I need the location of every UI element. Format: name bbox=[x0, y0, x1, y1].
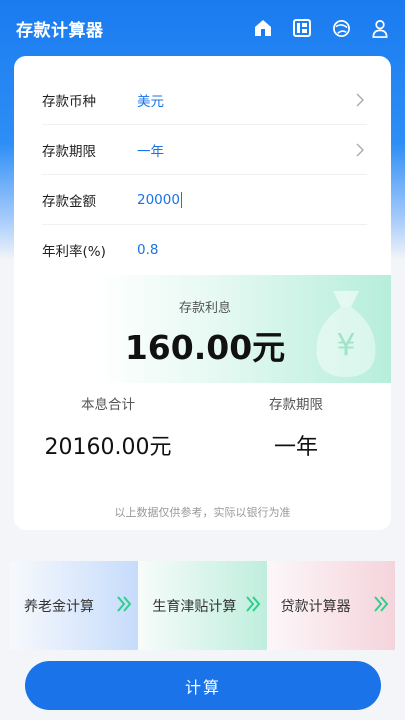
globe-icon[interactable] bbox=[330, 17, 352, 39]
interest-label: 存款利息 bbox=[178, 301, 231, 316]
term-value[interactable]: 一年 bbox=[137, 140, 353, 160]
chevron-right-icon bbox=[356, 143, 364, 156]
disclaimer-note: 以上数据仅供参考，实际以银行为准 bbox=[114, 506, 291, 519]
header-icon-group bbox=[252, 17, 391, 39]
quick-link-pension[interactable]: 养老金计算 bbox=[10, 561, 139, 650]
quick-link-label: 养老金计算 bbox=[24, 598, 94, 615]
double-chevron-right-icon bbox=[117, 596, 132, 612]
quick-link-loan[interactable]: 贷款计算器 bbox=[266, 561, 395, 650]
quick-link-label: 生育津贴计算 bbox=[152, 598, 237, 615]
double-chevron-right-icon bbox=[374, 596, 389, 612]
term-row[interactable]: 存款期限 一年 bbox=[42, 125, 367, 175]
term-stat: 存款期限 一年 bbox=[202, 393, 390, 461]
amount-label: 存款金额 bbox=[42, 193, 96, 210]
total-label: 本息合计 bbox=[81, 397, 135, 413]
calculate-button[interactable]: 计算 bbox=[25, 661, 381, 710]
calculator-card: 存款币种 美元 存款期限 一年 存款金额 20000 年利率(%) 0.8 存款… bbox=[14, 56, 391, 530]
money-bag-icon: ¥ bbox=[316, 291, 376, 377]
app-header: 存款计算器 bbox=[0, 0, 405, 56]
rate-row: 年利率(%) 0.8 bbox=[42, 225, 367, 275]
amount-field-wrap: 20000 bbox=[137, 191, 367, 208]
interest-result-box: 存款利息 160.00元 ¥ bbox=[97, 275, 391, 383]
quick-link-maternity[interactable]: 生育津贴计算 bbox=[138, 561, 267, 650]
currency-value[interactable]: 美元 bbox=[137, 90, 353, 110]
home-icon[interactable] bbox=[252, 17, 274, 39]
quick-links: 养老金计算 生育津贴计算 贷款计算器 bbox=[10, 561, 395, 650]
term-stat-value: 一年 bbox=[273, 435, 318, 460]
term-stat-label: 存款期限 bbox=[269, 397, 323, 413]
currency-row[interactable]: 存款币种 美元 bbox=[42, 75, 367, 125]
rate-label: 年利率(%) bbox=[42, 244, 106, 260]
amount-row: 存款金额 20000 bbox=[42, 175, 367, 225]
amount-input[interactable]: 20000 bbox=[137, 192, 180, 208]
total-stat: 本息合计 20160.00元 bbox=[14, 393, 202, 461]
quick-link-label: 贷款计算器 bbox=[280, 598, 351, 615]
svg-text:¥: ¥ bbox=[336, 328, 355, 363]
grid-icon[interactable] bbox=[291, 17, 313, 39]
deposit-calculator-screen: 存款计算器 存款币种 美元 存款期限 一年 存款金额 20000 年利率(%) … bbox=[0, 0, 405, 720]
chevron-right-icon bbox=[356, 93, 364, 106]
double-chevron-right-icon bbox=[245, 596, 260, 612]
currency-label: 存款币种 bbox=[42, 93, 96, 110]
user-icon[interactable] bbox=[369, 17, 391, 39]
total-value: 20160.00元 bbox=[44, 435, 172, 460]
rate-input[interactable]: 0.8 bbox=[137, 242, 367, 258]
text-cursor bbox=[180, 191, 183, 208]
term-label: 存款期限 bbox=[42, 143, 96, 160]
page-title: 存款计算器 bbox=[16, 20, 104, 41]
interest-value: 160.00元 bbox=[124, 328, 286, 367]
